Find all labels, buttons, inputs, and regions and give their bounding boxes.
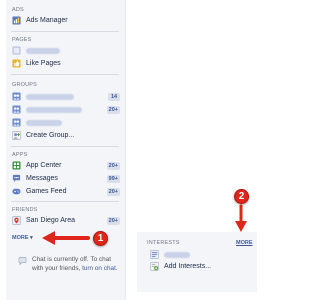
blurred-group-name [26,94,74,100]
sidebar-item-like-pages[interactable]: Like Pages [12,59,120,69]
sidebar-item-label: Games Feed [26,188,67,195]
page-icon [12,46,21,55]
blurred-interest-name [164,252,190,258]
blurred-page-name [26,48,60,54]
blurred-group-name [26,107,82,113]
friends-list-icon [12,216,21,225]
like-pages-icon [12,59,21,68]
groups-section-header: GROUPS [12,82,38,88]
chat-off-text: Chat is currently off. To chat with your… [32,256,122,273]
sidebar-item-label: Add Interests... [164,263,212,270]
sidebar-item-create-group[interactable]: Create Group... [12,131,120,141]
sidebar-item-games-feed[interactable]: Games Feed 20+ [12,187,120,197]
chat-off-notice: Chat is currently off. To chat with your… [12,256,120,286]
interests-panel: INTERESTS MORE Add Interests... [137,232,257,292]
callout-1-badge: 1 [93,231,108,246]
sidebar-item-add-interests[interactable]: Add Interests... [150,262,250,272]
group-icon [12,92,21,101]
friends-section-header: FRIENDS [12,207,38,213]
apps-section-header: APPS [12,152,28,158]
interests-more-link[interactable]: MORE [236,240,253,246]
sidebar-item-label: Ads Manager [26,17,68,24]
left-sidebar: ADS Ads Manager PAGES Like Pages GROUPS … [6,0,126,300]
sidebar-item-label: App Center [26,162,62,169]
sidebar-item-label: Messages [26,175,58,182]
sidebar-item-interest-list[interactable] [150,250,250,260]
interest-list-icon [150,250,159,259]
chat-bubble-icon [18,257,27,265]
games-feed-badge: 20+ [106,188,120,196]
sidebar-item-label: Create Group... [26,132,75,139]
sidebar-item-group[interactable] [12,118,120,128]
chevron-down-icon: ▾ [30,235,33,241]
turn-on-chat-link[interactable]: turn on chat. [82,265,118,272]
sidebar-item-app-center[interactable]: App Center 20+ [12,161,120,171]
group-count-badge: 14 [108,93,120,101]
interests-section-header: INTERESTS [147,240,180,246]
messages-icon [12,174,21,183]
messages-badge: 99+ [106,175,120,183]
sidebar-item-messages[interactable]: Messages 99+ [12,174,120,184]
sidebar-item-group[interactable]: 20+ [12,105,120,115]
games-feed-icon [12,188,21,195]
section-divider [11,74,119,75]
group-icon [12,118,21,127]
sidebar-item-san-diego-area[interactable]: San Diego Area 20+ [12,216,120,226]
friends-list-badge: 20+ [106,217,120,225]
ads-manager-icon [12,16,21,25]
callout-2-badge: 2 [234,189,249,204]
sidebar-item-ads-manager[interactable]: Ads Manager [12,16,120,26]
app-center-icon [12,161,21,170]
add-interests-icon [150,262,159,271]
sidebar-item-group[interactable]: 14 [12,92,120,102]
more-link-label: MORE [12,235,29,241]
blurred-group-name [26,120,62,126]
group-icon [12,105,21,114]
section-divider [11,31,119,32]
more-link[interactable]: MORE ▾ [12,235,33,242]
create-group-icon [12,131,21,140]
screenshot-root: ADS Ads Manager PAGES Like Pages GROUPS … [0,0,285,300]
sidebar-item-label: San Diego Area [26,217,76,224]
group-count-badge: 20+ [106,106,120,114]
app-center-badge: 20+ [106,162,120,170]
sidebar-item-label: Like Pages [26,60,61,67]
section-divider [11,146,119,147]
ads-section-header: ADS [12,7,24,13]
section-divider [11,201,119,202]
pages-section-header: PAGES [12,37,32,43]
sidebar-item-page[interactable] [12,46,120,56]
arrow-down-icon [235,204,247,232]
